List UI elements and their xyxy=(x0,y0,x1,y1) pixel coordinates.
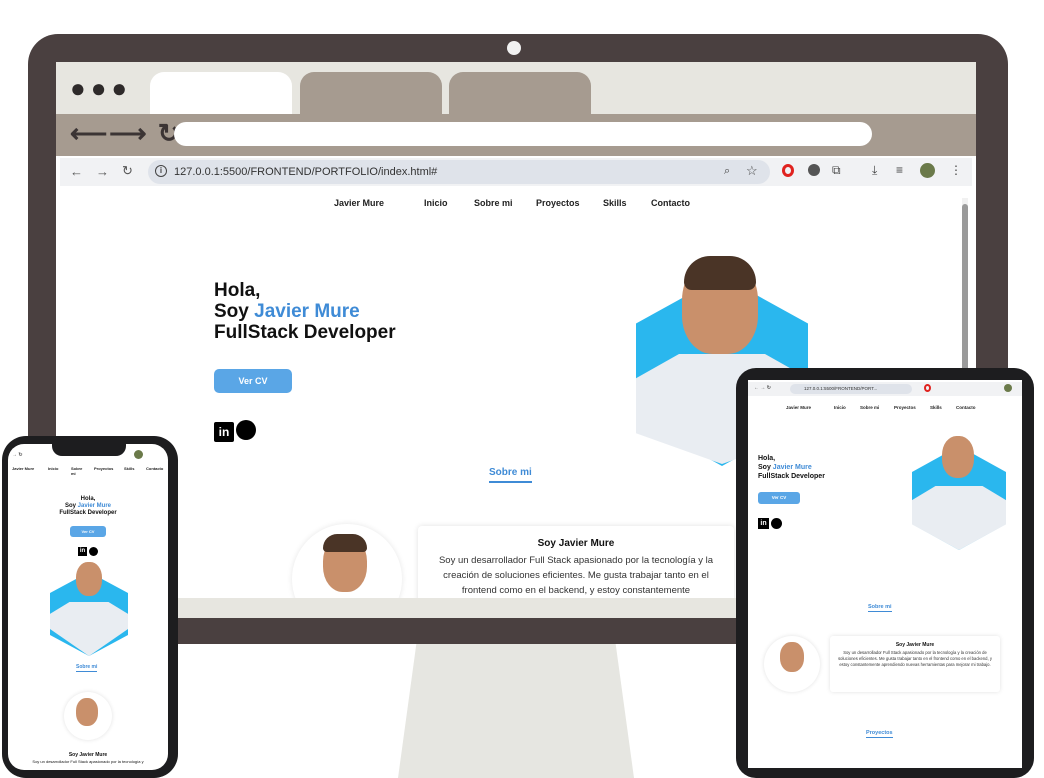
window-controls[interactable]: ●●● xyxy=(70,75,132,101)
puzzle-icon[interactable]: ⧉ xyxy=(832,163,841,178)
hero-soy: Soy xyxy=(214,301,249,322)
phone-hero-line-1: Hola, xyxy=(80,496,96,502)
tablet-nav-icons[interactable]: ← → ↻ xyxy=(754,385,771,391)
monitor-camera xyxy=(507,41,521,55)
tablet-hero-soy: Soy xyxy=(758,464,771,471)
tablet-section-title-sobre-mi: Sobre mi xyxy=(868,604,892,612)
phone-hero-line-2: Soy Javier Mure xyxy=(8,503,168,510)
tablet-nav-contacto[interactable]: Contacto xyxy=(956,405,976,410)
phone-about-face xyxy=(76,698,98,726)
tablet-about-face xyxy=(780,642,804,672)
tablet-portrait-shirt xyxy=(912,486,1006,550)
tablet-opera-icon[interactable] xyxy=(924,384,931,392)
phone-screen: → ↻ Javier Mure Inicio Sobre mi Proyecto… xyxy=(8,444,168,770)
nav-item-inicio[interactable]: Inicio xyxy=(424,198,448,208)
phone-nav-contacto[interactable]: Contacto xyxy=(146,466,163,471)
phone-hero-soy: Soy xyxy=(64,503,76,509)
hero-line-1: Hola, xyxy=(214,280,261,301)
phone-linkedin-icon[interactable]: in xyxy=(78,547,87,556)
tablet-hero-line-3: FullStack Developer xyxy=(758,473,825,480)
hero-line-2: Soy Javier Mure xyxy=(214,301,396,322)
social-links: in xyxy=(214,416,256,442)
phone-section-title-sobre-mi: Sobre mi xyxy=(76,664,98,672)
phone-hero-heading: Hola, Soy Javier Mure FullStack Develope… xyxy=(8,496,168,517)
about-card-title: Soy Javier Mure xyxy=(537,538,615,549)
playlist-icon[interactable]: ≡ xyxy=(896,163,903,177)
phone-nav-proyectos[interactable]: Proyectos xyxy=(94,466,113,471)
tab-second[interactable] xyxy=(300,72,442,114)
monitor-stand xyxy=(398,640,634,778)
tablet-hero-line-1: Hola, xyxy=(758,455,776,462)
tab-active[interactable] xyxy=(150,72,292,114)
url-text[interactable]: 127.0.0.1:5500/FRONTEND/PORTFOLIO/index.… xyxy=(174,166,437,178)
download-icon[interactable]: ⤓ xyxy=(872,163,877,178)
profile-avatar[interactable] xyxy=(920,163,935,178)
tablet-portrait-face xyxy=(942,436,974,478)
tab-third[interactable] xyxy=(449,72,591,114)
tablet-github-icon[interactable] xyxy=(771,518,782,529)
extension-icon[interactable] xyxy=(808,164,820,176)
tablet-nav-skills[interactable]: Skills xyxy=(930,405,942,410)
outer-nav-arrows-icon[interactable]: ⟵⟶ ↻ xyxy=(70,118,182,149)
phone-portrait-face xyxy=(76,562,102,596)
outer-address-bar[interactable] xyxy=(174,122,872,146)
ver-cv-button[interactable]: Ver CV xyxy=(214,369,292,393)
tablet-nav-inicio[interactable]: Inicio xyxy=(834,405,846,410)
tablet-section-title-proyectos: Proyectos xyxy=(866,730,893,738)
tablet-about-card: Soy Javier Mure Soy un desarrollador Ful… xyxy=(830,636,1000,692)
zoom-icon[interactable]: ⌕ xyxy=(724,165,730,178)
tablet-nav-sobre-mi[interactable]: Sobre mi xyxy=(860,405,879,410)
info-icon[interactable]: i xyxy=(155,165,167,177)
tablet-nav-brand[interactable]: Javier Mure xyxy=(786,405,811,410)
phone-portrait-shirt xyxy=(50,602,128,656)
nav-item-proyectos[interactable]: Proyectos xyxy=(536,198,580,208)
phone-about-card-title: Soy Javier Mure xyxy=(68,752,108,758)
about-card-text: Soy un desarrollador Full Stack apasiona… xyxy=(438,555,714,596)
phone-nav-brand[interactable]: Javier Mure xyxy=(12,466,34,471)
forward-icon[interactable]: → xyxy=(96,164,109,179)
tablet-screen: ← → ↻ 127.0.0.1:5500/FRONTEND/PORT... Ja… xyxy=(748,380,1022,768)
phone-github-icon[interactable] xyxy=(89,547,98,556)
tablet-hero-name: Javier Mure xyxy=(772,464,812,471)
tablet-about-card-text: Soy un desarrollador Full Stack apasiona… xyxy=(838,650,992,667)
tablet-profile-avatar[interactable] xyxy=(1004,384,1012,392)
tablet-url-text[interactable]: 127.0.0.1:5500/FRONTEND/PORT... xyxy=(804,386,877,391)
tablet-about-card-title: Soy Javier Mure xyxy=(895,642,935,648)
opera-icon[interactable] xyxy=(782,164,794,177)
phone-profile-avatar[interactable] xyxy=(134,450,143,459)
portrait-hair xyxy=(684,256,756,290)
section-title-sobre-mi: Sobre mi xyxy=(489,467,532,483)
menu-icon[interactable]: ⋮ xyxy=(950,163,962,177)
nav-item-skills[interactable]: Skills xyxy=(603,198,627,208)
reload-icon[interactable]: ↻ xyxy=(122,163,133,179)
phone-hero-name: Javier Mure xyxy=(77,503,112,509)
tablet-camera xyxy=(868,372,884,376)
phone-notch xyxy=(52,440,126,456)
tablet-linkedin-icon[interactable]: in xyxy=(758,518,769,529)
hero-name: Javier Mure xyxy=(254,301,360,322)
phone-back-icon[interactable]: → ↻ xyxy=(12,452,23,458)
tablet-hero-line-2: Soy Javier Mure xyxy=(758,463,825,472)
hero-heading: Hola, Soy Javier Mure FullStack Develope… xyxy=(214,280,396,343)
phone-ver-cv-button[interactable]: Ver CV xyxy=(70,526,106,537)
github-icon[interactable] xyxy=(236,420,256,440)
back-icon[interactable]: ← xyxy=(70,164,83,179)
tablet-nav-proyectos[interactable]: Proyectos xyxy=(894,405,916,410)
phone-nav-sobre-mi[interactable]: Sobre mi xyxy=(71,466,85,476)
star-icon[interactable]: ☆ xyxy=(746,163,758,179)
nav-item-sobre-mi[interactable]: Sobre mi xyxy=(474,198,513,208)
nav-item-contacto[interactable]: Contacto xyxy=(651,198,690,208)
tablet-ver-cv-button[interactable]: Ver CV xyxy=(758,492,800,504)
hero-line-3: FullStack Developer xyxy=(214,322,396,343)
phone-about-card-text: Soy un desarrollador Full Stack apasiona… xyxy=(32,759,144,764)
phone-hero-line-3: FullStack Developer xyxy=(59,510,117,516)
tablet-hero-heading: Hola, Soy Javier Mure FullStack Develope… xyxy=(758,454,825,481)
phone-nav-skills[interactable]: Skills xyxy=(124,466,134,471)
linkedin-icon[interactable]: in xyxy=(214,422,234,442)
phone-nav-inicio[interactable]: Inicio xyxy=(48,466,58,471)
nav-brand[interactable]: Javier Mure xyxy=(334,198,384,208)
